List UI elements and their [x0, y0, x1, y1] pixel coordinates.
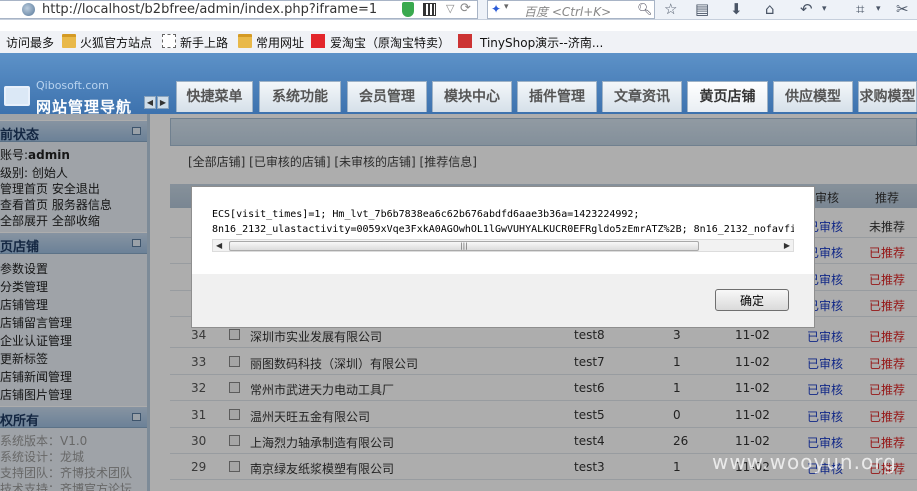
bookmark-most-visited[interactable]: 访问最多	[6, 34, 54, 51]
bookmark-getting-started[interactable]: 新手上路	[180, 34, 228, 51]
scrollbar-thumb[interactable]: |||	[229, 241, 699, 251]
watermark: www.wooyun.org	[712, 450, 897, 474]
undo-icon[interactable]: ↶	[800, 0, 813, 18]
screenshot-icon[interactable]: ✂	[896, 0, 909, 18]
tab-system-functions[interactable]: 系统功能	[259, 81, 341, 112]
cookie-text-line-1: ECS[visit_times]=1; Hm_lvt_7b6b7838ea6c6…	[212, 209, 640, 220]
bookmark-star-icon[interactable]: ☆	[664, 0, 677, 18]
crop-dropdown-icon[interactable]: ▾	[876, 4, 881, 14]
taobao-icon	[311, 34, 325, 48]
alert-dialog: ECS[visit_times]=1; Hm_lvt_7b6b7838ea6c6…	[191, 186, 815, 328]
tab-member-management[interactable]: 会员管理	[347, 81, 427, 112]
reload-icon[interactable]: ⟳	[460, 1, 471, 16]
tinyshop-icon	[458, 34, 472, 48]
bookmark-ai-taobao[interactable]: 爱淘宝（原淘宝特卖）	[330, 34, 450, 51]
folder-icon	[62, 34, 76, 48]
home-icon[interactable]: ⌂	[765, 0, 775, 18]
tab-supply-model[interactable]: 供应模型	[773, 81, 853, 112]
tab-purchase-model[interactable]: 求购模型	[858, 81, 917, 112]
nav-scroll-arrows: ◀ ▶	[144, 94, 170, 109]
nav-next-button[interactable]: ▶	[157, 96, 169, 109]
bookmark-firefox-official[interactable]: 火狐官方站点	[80, 34, 152, 51]
page-icon	[162, 34, 176, 48]
undo-dropdown-icon[interactable]: ▾	[822, 4, 827, 14]
tab-shortcut-menu[interactable]: 快捷菜单	[176, 81, 253, 112]
search-icon[interactable]: 🔍︎	[637, 2, 652, 16]
download-icon[interactable]: ⬇	[730, 0, 743, 18]
bookmark-common-sites[interactable]: 常用网址	[256, 34, 304, 51]
bookmark-tinyshop[interactable]: TinyShop演示--济南...	[480, 34, 603, 51]
address-bar[interactable]: http://localhost/b2bfree/admin/index.php…	[0, 0, 478, 19]
bookmarks-bar: 访问最多 火狐官方站点 新手上路 常用网址 爱淘宝（原淘宝特卖） TinySho…	[0, 31, 917, 53]
tab-plugin-management[interactable]: 插件管理	[517, 81, 597, 112]
ok-button[interactable]: 确定	[715, 289, 789, 311]
tab-module-center[interactable]: 模块中心	[432, 81, 512, 112]
baidu-paw-icon[interactable]: ✦	[491, 2, 501, 16]
search-engine-dropdown-icon[interactable]: ▾	[504, 2, 509, 12]
folder-icon	[238, 34, 252, 48]
nav-prev-button[interactable]: ◀	[144, 96, 156, 109]
tab-article-news[interactable]: 文章资讯	[602, 81, 682, 112]
url-text[interactable]: http://localhost/b2bfree/admin/index.php…	[42, 2, 377, 17]
computer-logo-icon	[4, 86, 30, 106]
logo-domain: Qibosoft.com	[36, 79, 109, 92]
search-placeholder[interactable]: 百度 <Ctrl+K>	[524, 3, 611, 20]
cookie-text-line-2: 8n16_2132_ulastactivity=0059xVqe3FxkA0AG…	[212, 224, 794, 235]
crop-icon[interactable]: ⌗	[856, 0, 864, 18]
tab-yellow-pages-shops[interactable]: 黄页店铺	[687, 81, 768, 112]
browser-toolbar: http://localhost/b2bfree/admin/index.php…	[0, 0, 917, 20]
qr-code-icon[interactable]	[423, 3, 436, 16]
search-box[interactable]: ✦ ▾ 百度 <Ctrl+K> 🔍︎	[487, 0, 655, 19]
reading-list-icon[interactable]: ▤	[695, 0, 709, 18]
horizontal-scrollbar[interactable]: ◀ ||| ▶	[212, 239, 794, 252]
scroll-left-icon[interactable]: ◀	[216, 240, 222, 251]
shield-icon[interactable]	[402, 2, 414, 17]
globe-icon	[22, 3, 35, 16]
scroll-right-icon[interactable]: ▶	[784, 240, 790, 251]
alert-message-area: ECS[visit_times]=1; Hm_lvt_7b6b7838ea6c6…	[192, 187, 814, 274]
dropdown-arrow-icon[interactable]: ▽	[446, 2, 454, 15]
